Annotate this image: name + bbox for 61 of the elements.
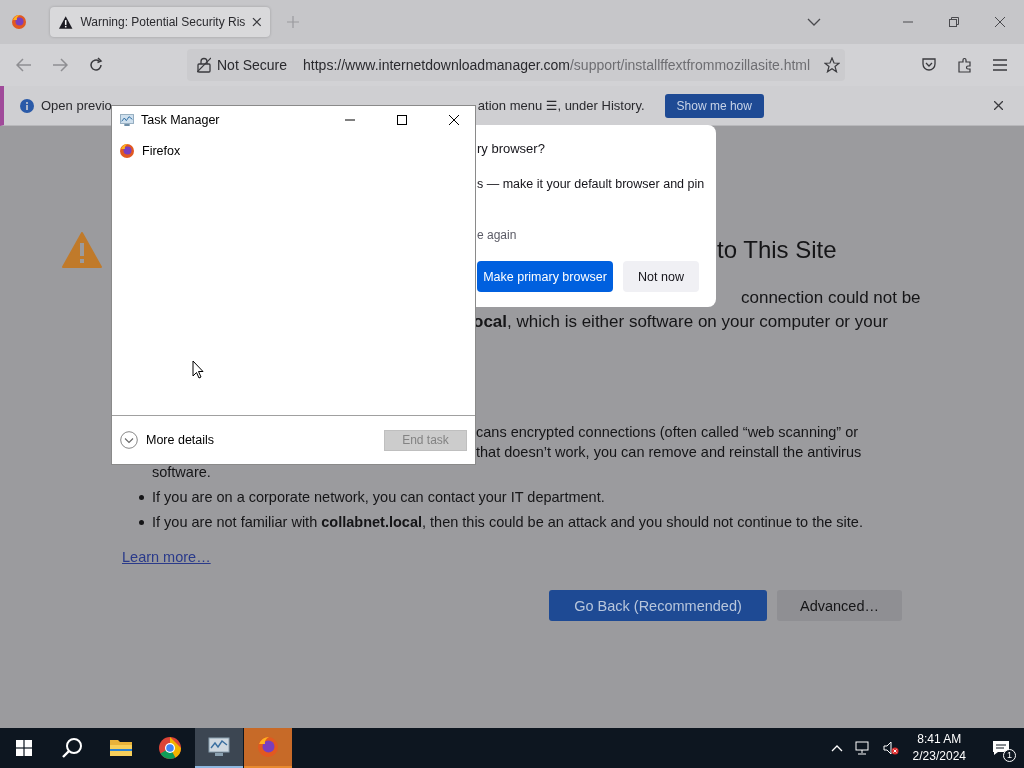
chrome-icon — [158, 736, 182, 760]
message-icon — [992, 740, 1010, 756]
search-icon — [61, 737, 83, 759]
restore-icon[interactable] — [949, 17, 959, 27]
chevron-up-icon[interactable] — [830, 744, 843, 752]
advanced-button[interactable]: Advanced… — [777, 590, 902, 621]
firefox-logo-icon[interactable] — [11, 14, 27, 30]
address-bar[interactable]: Not Secure https://www.internetdownloadmanager.com/support/installffextfrommozillasite.html — [187, 49, 845, 81]
page-heading: to This Site — [717, 236, 837, 264]
monitor-icon — [207, 735, 231, 759]
monitor-icon — [119, 113, 135, 127]
window-title: Task Manager — [141, 113, 220, 127]
not-now-button[interactable]: Not now — [623, 261, 699, 292]
clock[interactable]: 8:41 AM 2/23/2024 — [912, 731, 966, 765]
firefox-logo-icon — [119, 143, 135, 159]
chevron-down-icon[interactable] — [807, 18, 821, 26]
taskbar-app-button[interactable] — [195, 728, 243, 768]
close-icon[interactable] — [252, 17, 262, 27]
dialog-title: ry browser? — [477, 141, 546, 157]
learn-more-link[interactable]: Learn more… — [122, 547, 211, 567]
bullet-icon — [139, 494, 144, 500]
bullet-text: software. — [152, 463, 212, 482]
bullet-text: that doesn’t work, you can remove and reinstall the antivirus — [476, 443, 863, 462]
make-primary-browser-button[interactable]: Make primary browser — [477, 261, 613, 292]
tab-title: Warning: Potential Security Ris — [80, 15, 246, 29]
show-me-how-button[interactable]: Show me how — [664, 93, 764, 118]
pocket-icon[interactable] — [921, 57, 937, 73]
bullet-icon — [139, 519, 144, 525]
paragraph-text: connection could not be — [741, 287, 922, 309]
bullet-text: cans encrypted connections (often called “web scanning” or — [476, 423, 860, 442]
menu-icon[interactable] — [993, 59, 1007, 71]
warning-icon — [62, 232, 102, 268]
info-icon — [20, 98, 34, 113]
chevron-circle-icon — [120, 431, 138, 449]
action-center-button[interactable]: 1 — [986, 728, 1016, 768]
notification-text: ation menu ☰, under History. — [477, 98, 645, 113]
bullet-text: If you are not familiar with collabnet.local, then this could be an attack and you should not continue to the site. — [152, 514, 863, 530]
url-text: https://www.internetdownloadmanager.com/support/installffextfrommozillasite.html — [303, 57, 811, 73]
go-back-button[interactable]: Go Back (Recommended) — [549, 590, 767, 621]
dialog-text: s — make it your default browser and pin — [477, 176, 706, 192]
network-icon[interactable] — [854, 741, 871, 755]
mouse-cursor-icon — [192, 360, 204, 379]
star-icon[interactable] — [824, 57, 841, 73]
notification-text: Open previo — [41, 98, 112, 113]
bullet-text: If you are on a corporate network, you can contact your IT department. — [152, 489, 605, 505]
browser-tab[interactable]: Warning: Potential Security Ris — [50, 7, 270, 37]
warning-icon — [58, 14, 74, 30]
notification-count-badge: 1 — [1003, 749, 1016, 762]
firefox-logo-icon — [256, 735, 280, 759]
windows-logo-icon — [16, 740, 32, 756]
close-icon[interactable] — [449, 115, 459, 125]
lock-icon — [197, 57, 211, 73]
security-label: Not Secure — [217, 57, 288, 73]
reload-icon[interactable] — [88, 57, 104, 73]
extensions-icon[interactable] — [957, 57, 973, 73]
process-row[interactable]: Firefox — [112, 141, 475, 161]
speaker-muted-icon[interactable] — [882, 741, 899, 755]
maximize-icon[interactable] — [397, 115, 407, 125]
checkbox-label: e again — [477, 227, 517, 243]
close-icon[interactable] — [994, 101, 1003, 110]
more-details-toggle[interactable]: More details — [120, 431, 215, 449]
